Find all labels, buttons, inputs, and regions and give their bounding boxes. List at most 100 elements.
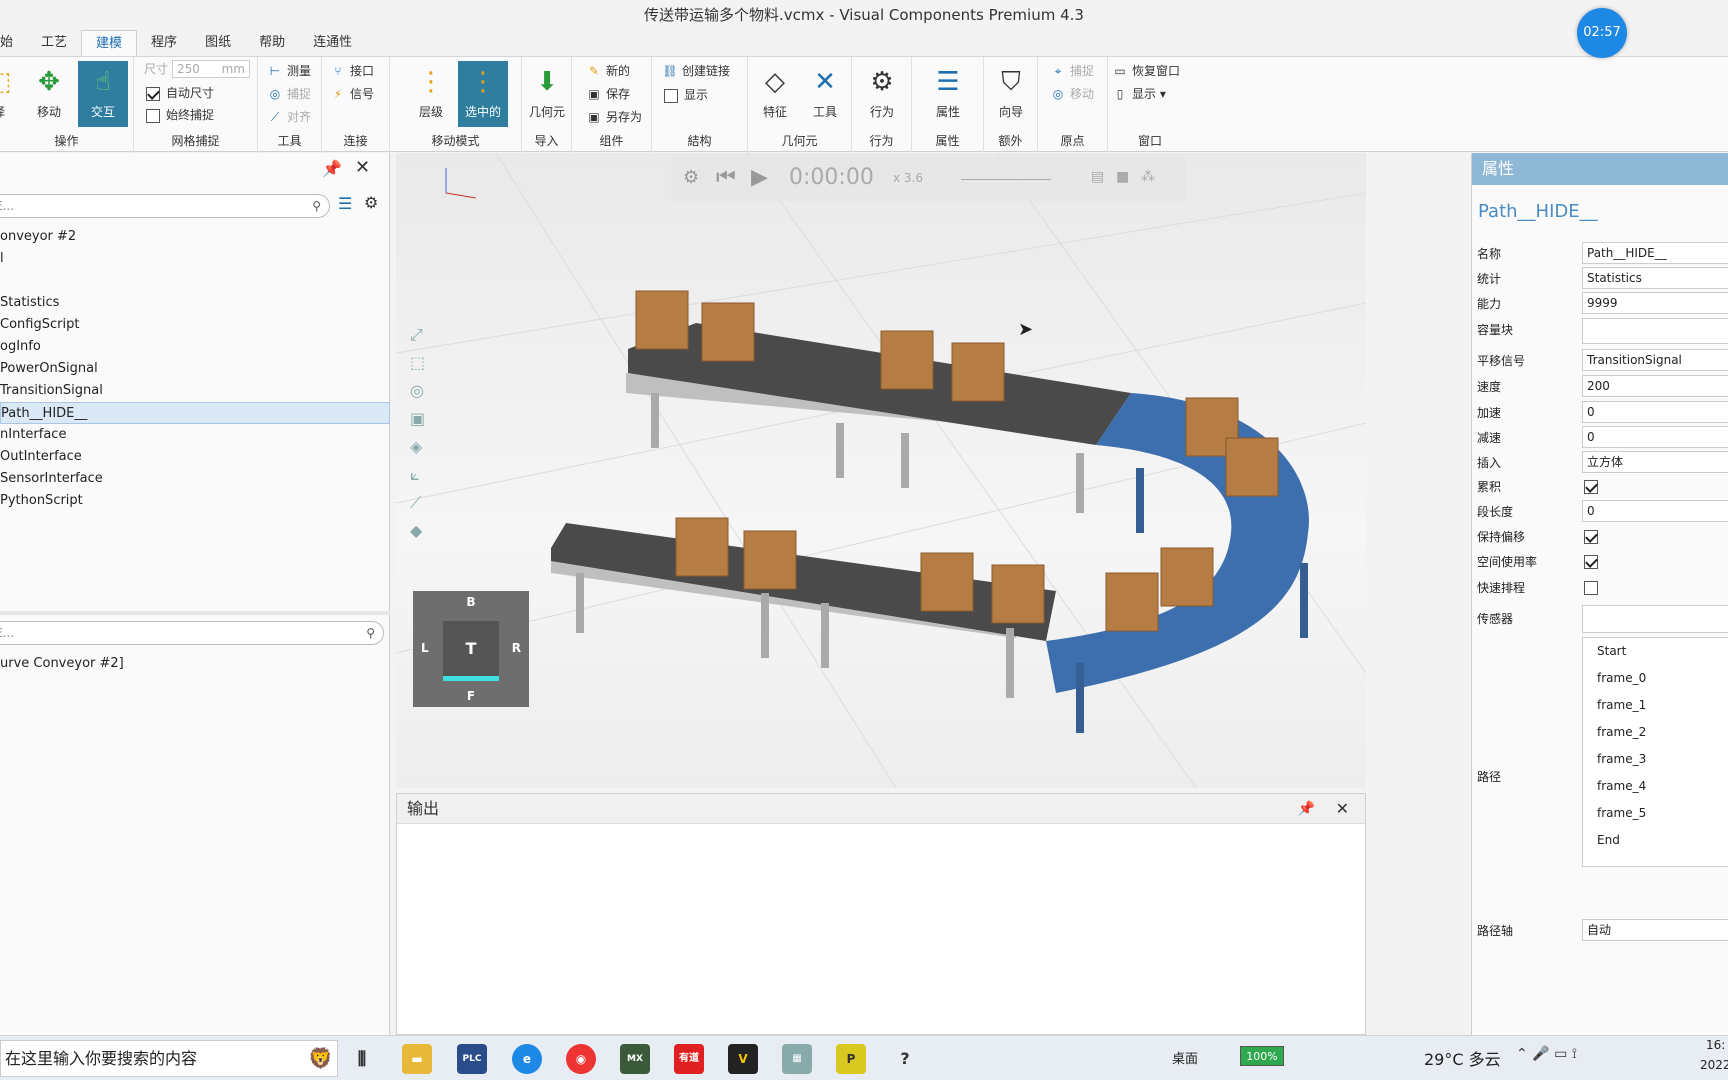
edge-icon[interactable]: e: [512, 1044, 542, 1074]
prop-sensor-field[interactable]: [1582, 605, 1728, 633]
youdao-icon[interactable]: 有道: [674, 1044, 704, 1074]
prop-decel-field[interactable]: 0: [1582, 426, 1728, 448]
path-list[interactable]: Start frame_0 frame_1 frame_2 frame_3 fr…: [1582, 637, 1728, 867]
help-doc-icon[interactable]: ?: [890, 1044, 920, 1074]
behavior-button[interactable]: ⚙ 行为: [857, 61, 907, 127]
checkbox[interactable]: [146, 86, 160, 101]
path-item[interactable]: frame_5: [1583, 800, 1728, 827]
clock-date[interactable]: 2022: [1700, 1058, 1728, 1072]
checkbox[interactable]: [664, 88, 678, 103]
fill-view-icon[interactable]: ⤢: [410, 321, 430, 349]
tree-item[interactable]: onveyor #2: [0, 226, 390, 248]
tree-item[interactable]: ogInfo: [0, 336, 390, 358]
tree-item[interactable]: PythonScript: [0, 490, 390, 512]
tab-program[interactable]: 程序: [137, 30, 191, 56]
window-thumbnail-icon[interactable]: ▦: [782, 1044, 812, 1074]
select-button[interactable]: ⬚择: [0, 61, 24, 127]
path-axis-select[interactable]: 自动: [1582, 919, 1728, 941]
play-icon[interactable]: ▶: [751, 165, 768, 190]
prop-capacity-field[interactable]: 9999: [1582, 292, 1728, 314]
tree-item[interactable]: OutInterface: [0, 446, 390, 468]
mxopc-icon[interactable]: MX: [620, 1044, 650, 1074]
splitter[interactable]: [0, 611, 390, 615]
tree-item[interactable]: Statistics: [0, 292, 390, 314]
visual-components-icon[interactable]: V: [728, 1044, 758, 1074]
tab-connectivity[interactable]: 连通性: [299, 30, 366, 56]
task-view-icon[interactable]: ⫴: [347, 1044, 377, 1074]
tree-item[interactable]: [0, 270, 390, 292]
tab-start[interactable]: 始: [0, 30, 27, 56]
measure-button[interactable]: ⊢ 测量: [267, 61, 311, 81]
sim-settings-icon[interactable]: ⚙: [683, 167, 699, 188]
keep-offset-checkbox[interactable]: [1584, 530, 1598, 544]
prop-insert-select[interactable]: 立方体: [1582, 451, 1728, 473]
3d-viewport[interactable]: ⚙ ⏮ ▶ 0:00:00 x 3.6 ▤ ■ ⁂ ⤢ ⬚ ◎ ▣ ◈ ⟀ ⟋ …: [396, 153, 1366, 788]
reset-icon[interactable]: ⏮: [716, 165, 736, 190]
file-explorer-icon[interactable]: ▬: [402, 1044, 432, 1074]
create-link-button[interactable]: ⛓ 创建链接: [662, 61, 730, 81]
chrome-icon[interactable]: ◉: [566, 1044, 596, 1074]
speed-slider[interactable]: [961, 179, 1051, 180]
prop-segment-length-field[interactable]: 0: [1582, 500, 1728, 522]
feature-button[interactable]: ◇ 特征: [750, 61, 800, 127]
path-item[interactable]: Start: [1583, 638, 1728, 665]
cube-view-icon[interactable]: ▣: [410, 405, 430, 433]
hierarchy-button[interactable]: ⋮ 层级: [406, 61, 456, 127]
restore-window-button[interactable]: ▭ 恢复窗口: [1112, 61, 1180, 81]
tree-item-selected[interactable]: Path__HIDE__: [0, 402, 390, 424]
cube-face-back[interactable]: B: [413, 595, 529, 609]
prop-accel-field[interactable]: 0: [1582, 401, 1728, 423]
snap-mode-icon[interactable]: ⟋: [410, 489, 430, 517]
battery-indicator[interactable]: 100%: [1240, 1046, 1284, 1066]
list-item[interactable]: urve Conveyor #2]: [0, 653, 124, 675]
move-button[interactable]: ✥ 移动: [24, 61, 74, 127]
tree-item[interactable]: l: [0, 248, 390, 270]
interact-button[interactable]: ☝ 交互: [78, 61, 128, 127]
tree-item[interactable]: PowerOnSignal: [0, 358, 390, 380]
align-button[interactable]: ⟋ 对齐: [267, 107, 311, 127]
tray-icons[interactable]: ⌃ 🎤 ▭ ⟟: [1516, 1046, 1577, 1062]
path-item[interactable]: frame_2: [1583, 719, 1728, 746]
property-button[interactable]: ☰ 属性: [923, 61, 973, 127]
import-geometry-button[interactable]: ⬇ 几何元: [522, 61, 572, 127]
cube-face-left[interactable]: L: [421, 641, 429, 655]
axis-icon[interactable]: ⟀: [410, 461, 430, 489]
tree-item[interactable]: SensorInterface: [0, 468, 390, 490]
tab-modeling[interactable]: 建模: [81, 30, 138, 56]
space-usage-checkbox[interactable]: [1584, 555, 1598, 569]
navigation-cube[interactable]: T B F L R: [413, 591, 529, 707]
window-show-button[interactable]: ▯ 显示 ▾: [1112, 84, 1166, 104]
tab-process[interactable]: 工艺: [27, 30, 81, 56]
app-icon[interactable]: P: [836, 1044, 866, 1074]
tab-help[interactable]: 帮助: [245, 30, 299, 56]
close-icon[interactable]: ✕: [1336, 794, 1349, 824]
always-snap-checkbox[interactable]: 始终捕捉: [146, 105, 214, 125]
origin-move-button[interactable]: ◎ 移动: [1050, 84, 1094, 104]
interface-button[interactable]: ⑂ 接口: [330, 61, 374, 81]
signal-button[interactable]: ⚡ 信号: [330, 84, 374, 104]
prop-speed-field[interactable]: 200: [1582, 375, 1728, 397]
cube-face-top[interactable]: T: [443, 621, 499, 677]
path-item[interactable]: frame_4: [1583, 773, 1728, 800]
prop-transition-signal-field[interactable]: TransitionSignal: [1582, 349, 1728, 371]
filter-icon[interactable]: ☰: [338, 194, 352, 213]
selected-button[interactable]: ⋮ 选中的: [458, 61, 508, 127]
color-cube-icon[interactable]: ◆: [410, 517, 430, 545]
plcsim-icon[interactable]: PLC: [457, 1044, 487, 1074]
taskbar-search[interactable]: 在这里输入你要搜索的内容 🦁: [0, 1040, 338, 1077]
accumulate-checkbox[interactable]: [1584, 480, 1598, 494]
pin-icon[interactable]: 📌: [322, 159, 342, 178]
grid-size-field[interactable]: 250 mm: [172, 60, 250, 78]
tree-item[interactable]: ConfigScript: [0, 314, 390, 336]
render-mode-icon[interactable]: ◈: [410, 433, 430, 461]
path-item[interactable]: frame_3: [1583, 746, 1728, 773]
path-item[interactable]: End: [1583, 827, 1728, 854]
cube-face-right[interactable]: R: [512, 641, 521, 655]
new-button[interactable]: ✎ 新的: [586, 61, 630, 81]
weather-text[interactable]: 29°C 多云: [1424, 1046, 1501, 1070]
search-input[interactable]: E...⚲: [0, 194, 330, 218]
desktop-label[interactable]: 桌面: [1172, 1048, 1198, 1067]
wizard-button[interactable]: ⛉ 向导: [986, 61, 1036, 127]
tab-drawing[interactable]: 图纸: [191, 30, 245, 56]
cube-face-front[interactable]: F: [413, 689, 529, 703]
